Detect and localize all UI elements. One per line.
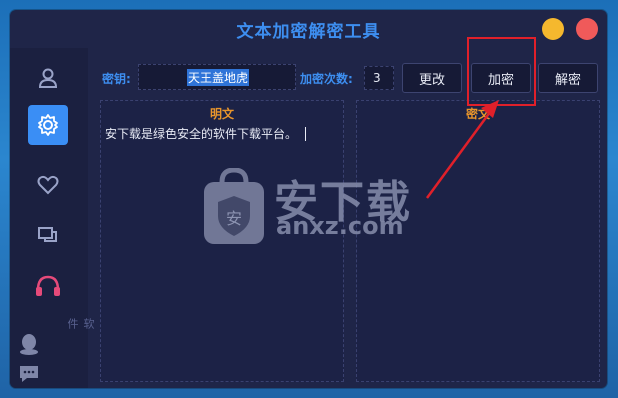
- headphones-icon: [36, 275, 60, 296]
- close-button[interactable]: [576, 18, 598, 40]
- text-cursor: [305, 126, 307, 141]
- qq-icon[interactable]: [18, 332, 40, 360]
- user-icon: [38, 68, 58, 88]
- plain-text-title: 明文: [209, 107, 234, 121]
- heart-icon: [37, 175, 59, 195]
- sidebar-item-chat[interactable]: [28, 215, 68, 255]
- sidebar-item-favorites[interactable]: [28, 165, 68, 205]
- annotation-arrow-icon: [425, 100, 499, 199]
- count-input[interactable]: 3: [364, 66, 394, 90]
- minimize-button[interactable]: [542, 18, 564, 40]
- sidebar-item-user[interactable]: [28, 58, 68, 98]
- key-label: 密钥:: [102, 72, 131, 86]
- sidebar-item-settings[interactable]: [28, 105, 68, 145]
- plain-text-content: 安下载是绿色安全的软件下载平台。: [105, 127, 298, 141]
- key-input-value: 天王盖地虎: [187, 69, 250, 86]
- watermark-logo: 安: [200, 167, 268, 250]
- count-label: 加密次数:: [300, 72, 353, 86]
- count-input-value: 3: [373, 71, 381, 85]
- decrypt-button[interactable]: 解密: [538, 63, 598, 93]
- shield-bag-icon: 安: [204, 167, 264, 244]
- key-input[interactable]: 天王盖地虎: [138, 64, 296, 90]
- watermark-url: anxz.com: [276, 212, 404, 240]
- change-button[interactable]: 更改: [402, 63, 462, 93]
- message-icon[interactable]: [18, 364, 40, 388]
- chat-icon: [38, 227, 57, 242]
- svg-text:安: 安: [226, 209, 242, 228]
- gear-icon: [38, 114, 58, 136]
- app-window: 文本加密解密工具 软 件 密钥: 天王盖地虎 加密次数: 3 更改 加密 解密 …: [10, 10, 607, 388]
- sidebar-item-support[interactable]: [28, 266, 68, 306]
- highlight-box: [467, 37, 536, 106]
- sidebar: 逸 里 软 件: [10, 48, 127, 388]
